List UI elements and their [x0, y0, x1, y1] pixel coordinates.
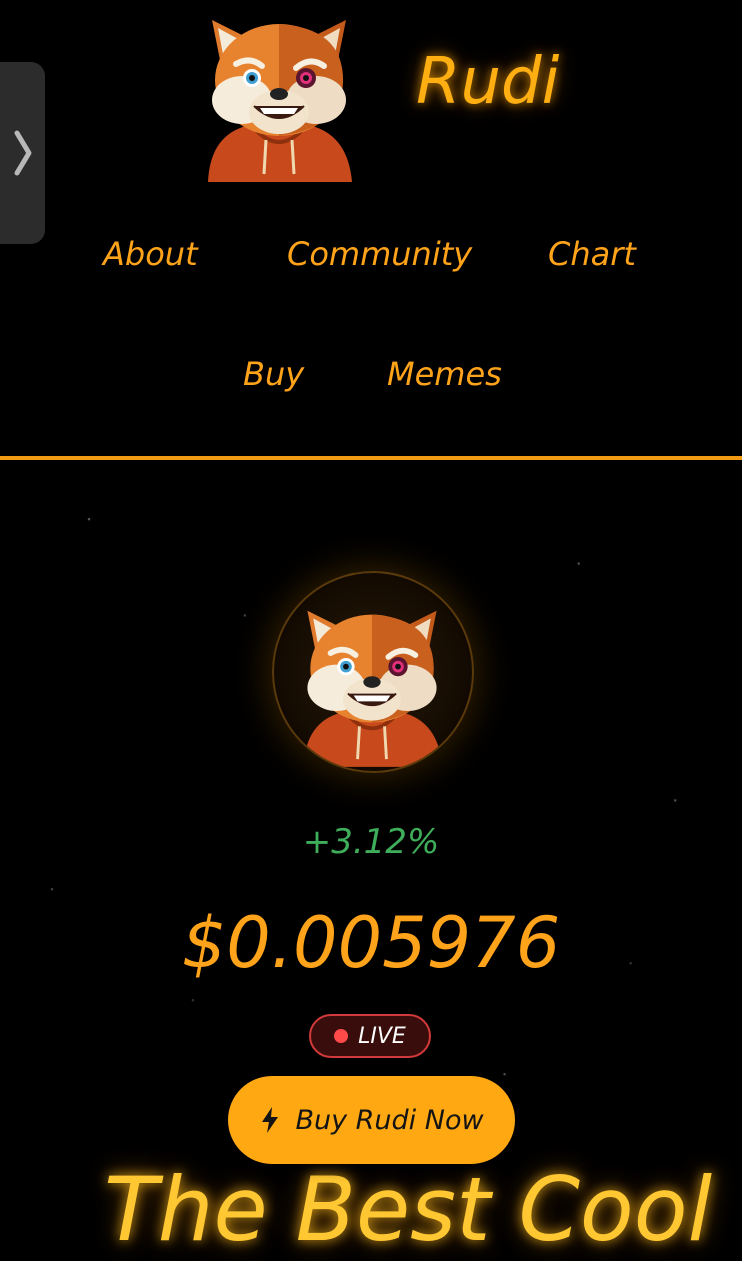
brand-title[interactable]: Rudi	[416, 42, 559, 122]
token-price: $0.005976	[181, 902, 561, 984]
price-change: +3.12%	[302, 822, 440, 862]
nav-memes[interactable]: Memes	[387, 354, 502, 394]
nav-community[interactable]: Community	[287, 234, 472, 274]
header-divider	[0, 456, 742, 460]
hero-avatar	[272, 571, 474, 773]
live-dot-icon	[334, 1029, 349, 1043]
red-panda-mascot-icon[interactable]	[196, 8, 362, 182]
live-label: LIVE	[358, 1023, 406, 1049]
buy-now-button[interactable]: Buy Rudi Now	[228, 1076, 515, 1164]
lightning-icon	[262, 1107, 279, 1133]
nav-chart[interactable]: Chart	[548, 234, 636, 274]
chevron-right-icon	[14, 130, 31, 176]
nav-buy[interactable]: Buy	[243, 354, 304, 394]
drawer-toggle[interactable]	[0, 62, 45, 244]
nav-about[interactable]: About	[103, 234, 198, 274]
live-badge: LIVE	[309, 1014, 431, 1058]
hero-headline: The Best Cool	[104, 1158, 713, 1261]
red-panda-mascot-icon	[303, 610, 443, 767]
buy-now-label: Buy Rudi Now	[295, 1104, 484, 1136]
